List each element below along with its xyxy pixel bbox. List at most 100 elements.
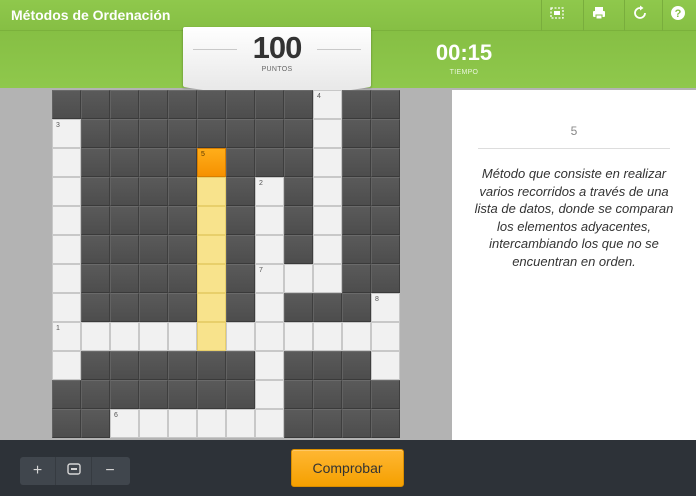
letter-cell[interactable]: 4 <box>313 90 342 119</box>
clue-index: 8 <box>375 296 379 303</box>
block-cell <box>168 206 197 235</box>
highlighted-cell[interactable] <box>197 264 226 293</box>
block-cell <box>226 90 255 119</box>
block-cell <box>81 235 110 264</box>
highlighted-cell[interactable] <box>197 322 226 351</box>
letter-cell[interactable] <box>313 148 342 177</box>
highlighted-cell[interactable] <box>197 177 226 206</box>
letter-cell[interactable] <box>139 322 168 351</box>
letter-cell[interactable] <box>255 293 284 322</box>
block-cell <box>342 264 371 293</box>
block-cell <box>371 264 400 293</box>
fullscreen-icon <box>549 5 565 26</box>
block-cell <box>226 293 255 322</box>
block-cell <box>342 409 371 438</box>
letter-cell[interactable] <box>197 409 226 438</box>
block-cell <box>110 90 139 119</box>
clue-index: 3 <box>56 122 60 129</box>
block-cell <box>226 235 255 264</box>
letter-cell[interactable] <box>284 264 313 293</box>
reset-button[interactable] <box>624 0 655 31</box>
letter-cell[interactable] <box>255 351 284 380</box>
letter-cell[interactable] <box>255 322 284 351</box>
zoom-out-button[interactable]: − <box>92 457 128 485</box>
letter-cell[interactable] <box>313 322 342 351</box>
letter-cell[interactable] <box>255 409 284 438</box>
active-cell[interactable]: 5 <box>197 148 226 177</box>
block-cell <box>313 293 342 322</box>
block-cell <box>168 264 197 293</box>
check-button[interactable]: Comprobar <box>291 449 404 487</box>
block-cell <box>168 380 197 409</box>
letter-cell[interactable] <box>168 409 197 438</box>
app-title: Métodos de Ordenación <box>11 7 171 23</box>
zoom-in-button[interactable]: + <box>20 457 56 485</box>
block-cell <box>110 206 139 235</box>
help-button[interactable]: ? <box>662 0 693 31</box>
print-button[interactable] <box>583 0 614 31</box>
letter-cell[interactable] <box>313 264 342 293</box>
block-cell <box>226 206 255 235</box>
highlighted-cell[interactable] <box>197 206 226 235</box>
letter-cell[interactable] <box>168 322 197 351</box>
block-cell <box>255 119 284 148</box>
block-cell <box>226 264 255 293</box>
letter-cell[interactable] <box>139 409 168 438</box>
zoom-fit-button[interactable] <box>56 457 92 485</box>
letter-cell[interactable]: 3 <box>52 119 81 148</box>
block-cell <box>313 409 342 438</box>
letter-cell[interactable] <box>255 206 284 235</box>
block-cell <box>284 409 313 438</box>
letter-cell[interactable] <box>226 322 255 351</box>
letter-cell[interactable] <box>52 293 81 322</box>
block-cell <box>168 119 197 148</box>
letter-cell[interactable]: 7 <box>255 264 284 293</box>
block-cell <box>81 206 110 235</box>
block-cell <box>226 148 255 177</box>
letter-cell[interactable] <box>52 206 81 235</box>
letter-cell[interactable]: 6 <box>110 409 139 438</box>
letter-cell[interactable] <box>52 351 81 380</box>
fullscreen-button[interactable] <box>541 0 572 31</box>
letter-cell[interactable] <box>110 322 139 351</box>
letter-cell[interactable] <box>81 322 110 351</box>
highlighted-cell[interactable] <box>197 235 226 264</box>
timer-value: 00:15 <box>435 40 493 65</box>
letter-cell[interactable]: 1 <box>52 322 81 351</box>
letter-cell[interactable] <box>313 206 342 235</box>
letter-cell[interactable] <box>52 148 81 177</box>
letter-cell[interactable] <box>313 235 342 264</box>
letter-cell[interactable] <box>52 235 81 264</box>
letter-cell[interactable] <box>52 264 81 293</box>
block-cell <box>139 90 168 119</box>
letter-cell[interactable] <box>52 177 81 206</box>
block-cell <box>313 380 342 409</box>
block-cell <box>284 380 313 409</box>
block-cell <box>197 119 226 148</box>
letter-cell[interactable]: 8 <box>371 293 400 322</box>
letter-cell[interactable] <box>226 409 255 438</box>
clue-index: 5 <box>201 151 205 158</box>
letter-cell[interactable] <box>313 177 342 206</box>
letter-cell[interactable] <box>255 380 284 409</box>
block-cell <box>284 177 313 206</box>
letter-cell[interactable]: 2 <box>255 177 284 206</box>
letter-cell[interactable] <box>255 235 284 264</box>
block-cell <box>255 90 284 119</box>
letter-cell[interactable] <box>342 322 371 351</box>
block-cell <box>168 90 197 119</box>
block-cell <box>139 380 168 409</box>
letter-cell[interactable] <box>313 119 342 148</box>
letter-cell[interactable] <box>371 351 400 380</box>
block-cell <box>284 351 313 380</box>
highlighted-cell[interactable] <box>197 293 226 322</box>
block-cell <box>284 235 313 264</box>
block-cell <box>342 351 371 380</box>
letter-cell[interactable] <box>371 322 400 351</box>
block-cell <box>313 351 342 380</box>
block-cell <box>197 380 226 409</box>
letter-cell[interactable] <box>284 322 313 351</box>
block-cell <box>81 351 110 380</box>
block-cell <box>81 148 110 177</box>
block-cell <box>81 293 110 322</box>
